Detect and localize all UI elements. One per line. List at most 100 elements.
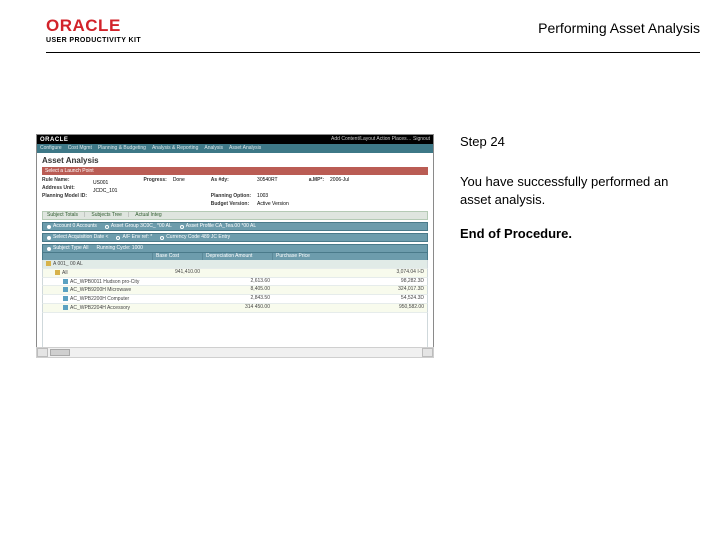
shot-filter-bar: Subject Type All Running Cycle: 1000 bbox=[42, 244, 428, 253]
field-value: JCDC_101 bbox=[93, 189, 117, 194]
doc-icon bbox=[63, 305, 68, 310]
row-cell: 98,282.3D bbox=[273, 278, 427, 286]
field-label: Budget Version: bbox=[211, 202, 251, 207]
oracle-logo: ORACLE bbox=[46, 16, 141, 36]
table-row: AC_WPB2200H Computer 2,843.50 54,524.3D bbox=[42, 295, 428, 304]
row-cell: 314 450.00 bbox=[203, 304, 273, 312]
field-label: Rule Name: bbox=[42, 178, 87, 183]
field-label: a.MP*: bbox=[309, 178, 324, 183]
row-cell bbox=[153, 304, 203, 312]
row-cell bbox=[153, 295, 203, 303]
row-label: AC_WPB2204H Accessory bbox=[70, 305, 130, 311]
row-cell bbox=[203, 269, 273, 277]
shot-help-button: Select a Launch Point bbox=[42, 169, 97, 174]
row-cell: 54,524.3D bbox=[273, 295, 427, 303]
table-row: All 941,410.00 3,074.04 I-D bbox=[42, 269, 428, 278]
filter-item: Currency Code 489 JC Entry bbox=[166, 235, 230, 240]
scroll-thumb[interactable] bbox=[50, 349, 70, 356]
row-cell bbox=[153, 286, 203, 294]
grid-col: Purchase Price bbox=[273, 253, 427, 260]
field-label: As #dy: bbox=[211, 178, 251, 183]
shot-logo: ORACLE bbox=[40, 137, 68, 143]
crumb-item: Asset Analysis bbox=[229, 146, 261, 151]
tab-item: Actual Integ bbox=[135, 213, 161, 218]
table-row: A 001_ 00 AL bbox=[42, 260, 428, 269]
field-value: US001 bbox=[93, 181, 117, 186]
step-label: Step 24 bbox=[460, 134, 690, 149]
field-value: 1003 bbox=[257, 194, 289, 199]
grid-header: Base Cost Depreciation Amount Purchase P… bbox=[42, 253, 428, 260]
doc-icon bbox=[63, 287, 68, 292]
scroll-right-button[interactable] bbox=[422, 348, 433, 357]
doc-icon bbox=[63, 279, 68, 284]
instruction-body: You have successfully performed an asset… bbox=[460, 173, 690, 208]
filter-item: Account 0 Accounts bbox=[53, 224, 97, 229]
field-label: Address Unit: bbox=[42, 186, 87, 191]
radio-icon bbox=[105, 225, 109, 229]
row-cell: 2,843.50 bbox=[203, 295, 273, 303]
row-cell: 941,410.00 bbox=[153, 269, 203, 277]
row-cell bbox=[153, 260, 203, 268]
row-label: AC_WPB0011 Hudson pro-City bbox=[70, 278, 139, 284]
filter-item: Running Cycle: 1000 bbox=[97, 246, 143, 251]
row-label: A 001_ 00 AL bbox=[53, 261, 83, 267]
tab-item: Subject Totals bbox=[47, 213, 78, 218]
upk-subtitle: USER PRODUCTIVITY KIT bbox=[46, 37, 141, 44]
filter-item: Asset Profile CA_Tea.00 *00 AL bbox=[186, 224, 256, 229]
app-screenshot: ORACLE Add Content/Layout Action Places…… bbox=[36, 134, 434, 352]
crumb-item: Cost Mgmt bbox=[68, 146, 92, 151]
scroll-left-button[interactable] bbox=[37, 348, 48, 357]
crumb-item: Planning & Budgeting bbox=[98, 146, 146, 151]
filter-item: Subject Type All bbox=[53, 246, 89, 251]
radio-icon bbox=[160, 236, 164, 240]
row-cell bbox=[273, 260, 427, 268]
expand-icon bbox=[55, 270, 60, 275]
field-label: Planning Option: bbox=[211, 194, 251, 199]
field-label: Planning Model ID: bbox=[42, 194, 87, 199]
field-value: Active Version bbox=[257, 202, 289, 207]
radio-icon bbox=[180, 225, 184, 229]
field-label: Progress: bbox=[143, 178, 166, 183]
shot-top-links: Add Content/Layout Action Places… Signou… bbox=[331, 137, 430, 142]
row-label: AC_WPB2200H Computer bbox=[70, 296, 129, 302]
crumb-item: Configure bbox=[40, 146, 62, 151]
row-cell: 950,582.00 bbox=[273, 304, 427, 312]
table-row: AC_WPB0011 Hudson pro-City 2,613.60 98,2… bbox=[42, 278, 428, 287]
shot-page-title: Asset Analysis bbox=[37, 153, 433, 167]
row-cell: 2,613.60 bbox=[203, 278, 273, 286]
shot-filter-bar: Account 0 Accounts Asset Group 3C0C_ *00… bbox=[42, 222, 428, 231]
field-value: Done bbox=[173, 178, 185, 183]
crumb-item: Analysis & Reporting bbox=[152, 146, 198, 151]
table-row: AC_WPB2204H Accessory 314 450.00 950,582… bbox=[42, 304, 428, 313]
shot-tabs: Subject Totals| Subjects Tree| Actual In… bbox=[42, 211, 428, 220]
radio-icon bbox=[47, 247, 51, 251]
horizontal-scrollbar[interactable] bbox=[36, 347, 434, 358]
row-label: AC_WPB9200H Microwave bbox=[70, 287, 131, 293]
grid-col: Depreciation Amount bbox=[203, 253, 273, 260]
row-cell bbox=[203, 260, 273, 268]
row-cell: 324,017.3D bbox=[273, 286, 427, 294]
crumb-item: Analysis bbox=[204, 146, 223, 151]
field-value: 2006-Jul bbox=[330, 178, 349, 183]
end-of-procedure: End of Procedure. bbox=[460, 226, 690, 241]
filter-item: Asset Group 3C0C_ *00 AL bbox=[111, 224, 172, 229]
header-divider bbox=[46, 52, 700, 53]
shot-filter-bar: Select Acquisition Date < A/F Env ref: *… bbox=[42, 233, 428, 242]
shot-breadcrumb: Configure Cost Mgmt Planning & Budgeting… bbox=[37, 144, 433, 153]
tab-item: Subjects Tree bbox=[91, 213, 122, 218]
expand-icon bbox=[46, 261, 51, 266]
row-cell: 3,074.04 I-D bbox=[273, 269, 427, 277]
row-cell: 8,405.00 bbox=[203, 286, 273, 294]
grid-col: Base Cost bbox=[153, 253, 203, 260]
filter-item: A/F Env ref: * bbox=[122, 235, 152, 240]
filter-item: Select Acquisition Date < bbox=[53, 235, 108, 240]
field-value: 30540RT bbox=[257, 178, 289, 183]
doc-title: Performing Asset Analysis bbox=[538, 20, 700, 36]
table-row: AC_WPB9200H Microwave 8,405.00 324,017.3… bbox=[42, 286, 428, 295]
doc-icon bbox=[63, 296, 68, 301]
radio-icon bbox=[47, 225, 51, 229]
radio-icon bbox=[116, 236, 120, 240]
grid-col bbox=[43, 253, 153, 260]
radio-icon bbox=[47, 236, 51, 240]
row-label: All bbox=[62, 270, 68, 276]
